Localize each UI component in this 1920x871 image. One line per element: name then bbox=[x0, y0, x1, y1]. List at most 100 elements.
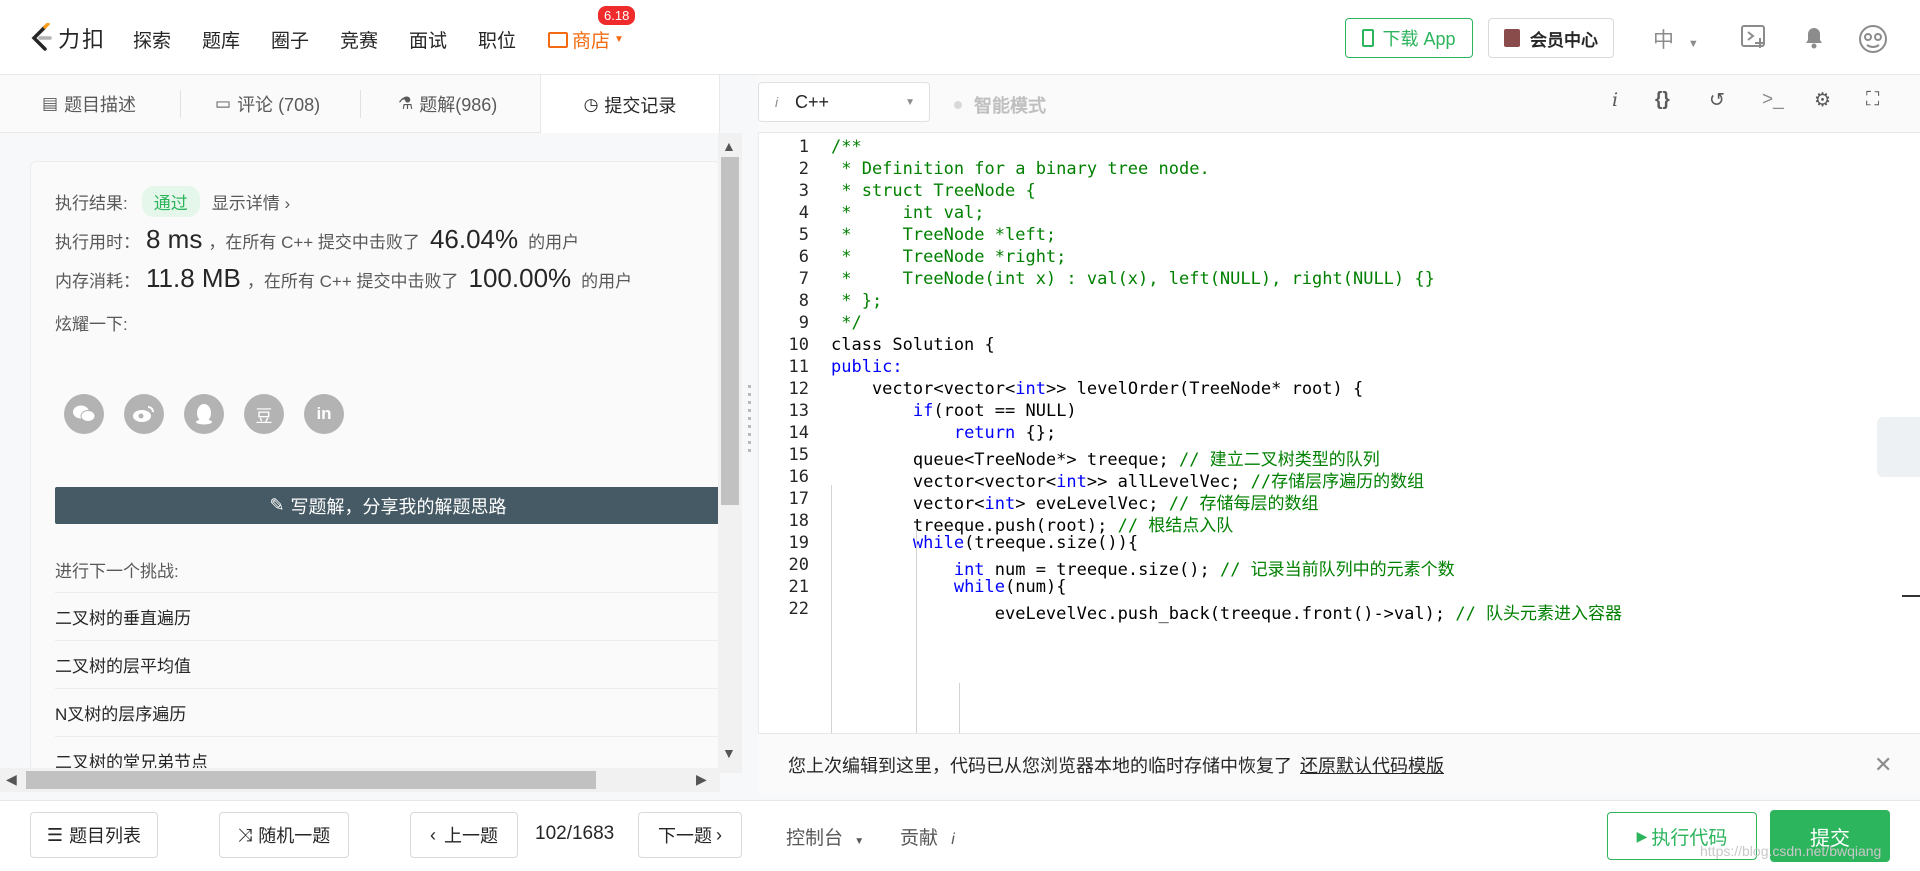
tab-submissions-label: 提交记录 bbox=[604, 95, 677, 116]
code-line[interactable]: * int val; bbox=[831, 203, 984, 223]
prev-problem-button[interactable]: ‹ 上一题 bbox=[410, 812, 518, 858]
show-details-link[interactable]: 显示详情 › bbox=[212, 189, 290, 214]
left-horizontal-scroll-thumb[interactable] bbox=[26, 771, 596, 789]
runtime-suffix: 的用户 bbox=[528, 233, 580, 252]
problem-list-button[interactable]: ☰ 题目列表 bbox=[30, 812, 158, 858]
flask-icon: ⚗ bbox=[398, 94, 414, 113]
write-solution-button[interactable]: ✎ 写题解，分享我的解题思路 bbox=[55, 487, 720, 524]
next-problem-label: 下一题 bbox=[658, 826, 712, 846]
list-item[interactable]: 二叉树的层平均值 bbox=[55, 640, 720, 688]
close-icon[interactable]: ✕ bbox=[1874, 752, 1892, 778]
line-number: 10 bbox=[788, 335, 809, 355]
douban-icon[interactable]: 豆 bbox=[244, 394, 284, 434]
code-line[interactable]: vector<vector<int>> levelOrder(TreeNode*… bbox=[831, 379, 1363, 399]
memory-row: 内存消耗： 11.8 MB ，在所有 C++ 提交中击败了 100.00% 的用… bbox=[55, 263, 632, 294]
code-line[interactable]: */ bbox=[831, 313, 861, 333]
list-item[interactable]: 二叉树的垂直遍历 bbox=[55, 592, 720, 640]
nav-problems[interactable]: 题库 bbox=[202, 26, 240, 53]
contribute-button[interactable]: 贡献 i bbox=[900, 823, 955, 850]
code-line[interactable]: class Solution { bbox=[831, 335, 995, 355]
code-line[interactable]: * TreeNode *right; bbox=[831, 247, 1066, 267]
nav-jobs[interactable]: 职位 bbox=[478, 26, 516, 53]
scroll-down-icon[interactable]: ▼ bbox=[722, 745, 736, 761]
console-label: 控制台 bbox=[786, 828, 844, 849]
tab-submissions[interactable]: ◷ 提交记录 bbox=[540, 75, 720, 134]
memory-label: 内存消耗： bbox=[55, 272, 140, 291]
nav-shop[interactable]: 商店 ▼ bbox=[548, 26, 624, 53]
list-item[interactable]: N叉树的层序遍历 bbox=[55, 688, 720, 736]
code-line[interactable]: * }; bbox=[831, 291, 882, 311]
language-switch[interactable]: 中 ▼ bbox=[1653, 24, 1699, 54]
reset-icon[interactable]: ↺ bbox=[1709, 89, 1725, 112]
share-label: 炫耀一下: bbox=[55, 315, 128, 334]
code-line[interactable]: public: bbox=[831, 357, 903, 377]
tab-description[interactable]: ▤ 题目描述 bbox=[42, 75, 136, 133]
terminal-icon[interactable]: >_ bbox=[1762, 89, 1784, 111]
runtime-percent: 46.04% bbox=[429, 224, 519, 254]
next-problem-button[interactable]: 下一题 › bbox=[638, 812, 742, 858]
avatar[interactable] bbox=[1858, 24, 1888, 54]
code-line[interactable]: if(root == NULL) bbox=[831, 401, 1077, 421]
tab-comments[interactable]: ▭ 评论 (708) bbox=[215, 75, 320, 133]
line-number: 8 bbox=[798, 291, 809, 311]
code-line[interactable]: * struct TreeNode { bbox=[831, 181, 1035, 201]
code-line[interactable]: * Definition for a binary tree node. bbox=[831, 159, 1209, 179]
settings-icon[interactable]: ⚙ bbox=[1814, 89, 1831, 112]
download-app-button[interactable]: 下载 App bbox=[1345, 18, 1473, 58]
nav-interview[interactable]: 面试 bbox=[409, 26, 447, 53]
random-problem-button[interactable]: ⤨ 随机一题 bbox=[219, 812, 349, 858]
info-icon: i bbox=[951, 831, 955, 848]
drag-handle-icon[interactable] bbox=[748, 385, 751, 455]
qq-icon[interactable] bbox=[184, 394, 224, 434]
write-solution-label: 写题解，分享我的解题思路 bbox=[290, 496, 507, 517]
fullscreen-icon[interactable]: ⛶ bbox=[1866, 89, 1879, 111]
console-toggle[interactable]: 控制台 ▼ bbox=[786, 823, 864, 850]
scroll-up-icon[interactable]: ▲ bbox=[722, 138, 736, 154]
linkedin-icon[interactable]: in bbox=[304, 394, 344, 434]
vip-icon bbox=[1504, 29, 1520, 47]
language-select[interactable]: i C++ ▼ bbox=[758, 82, 930, 122]
download-app-label: 下载 App bbox=[1382, 29, 1456, 49]
playground-icon[interactable] bbox=[1740, 24, 1768, 50]
bell-icon[interactable] bbox=[1802, 24, 1826, 50]
code-line[interactable]: * TreeNode(int x) : val(x), left(NULL), … bbox=[831, 269, 1435, 289]
shop-label: 商店 bbox=[572, 31, 611, 52]
left-vertical-scroll-thumb[interactable] bbox=[721, 157, 739, 505]
tab-solutions[interactable]: ⚗ 题解(986) bbox=[398, 75, 497, 133]
scroll-right-icon[interactable]: ▶ bbox=[696, 771, 707, 788]
nav-contest[interactable]: 竞赛 bbox=[340, 26, 378, 53]
scroll-left-icon[interactable]: ◀ bbox=[6, 771, 17, 788]
line-number: 6 bbox=[798, 247, 809, 267]
smart-mode-toggle[interactable]: 智能模式 bbox=[954, 92, 1046, 118]
wechat-glyph bbox=[73, 405, 96, 422]
tab-divider bbox=[180, 90, 181, 118]
leetcode-logo[interactable]: 力扣 bbox=[28, 22, 106, 54]
nav-explore[interactable]: 探索 bbox=[133, 26, 171, 53]
code-line[interactable]: * TreeNode *left; bbox=[831, 225, 1056, 245]
wechat-icon[interactable] bbox=[64, 394, 104, 434]
code-line[interactable]: while(num){ bbox=[831, 577, 1067, 597]
shop-badge: 6.18 bbox=[598, 6, 636, 25]
line-number: 3 bbox=[798, 181, 809, 201]
code-editor[interactable]: 1 2 3 4 5 6 7 8 9 10 11 12 13 14 15 16 17 18 19 20 21 22 /** … bbox=[758, 133, 1920, 733]
weibo-icon[interactable] bbox=[124, 394, 164, 434]
code-line[interactable]: while(treeque.size()){ bbox=[831, 533, 1138, 553]
nav-circle[interactable]: 圈子 bbox=[271, 26, 309, 53]
restore-default-link[interactable]: 还原默认代码模版 bbox=[1300, 752, 1444, 778]
indent-guide bbox=[831, 485, 832, 733]
exec-result-label: 执行结果: bbox=[55, 194, 128, 213]
format-braces-icon[interactable]: {} bbox=[1655, 89, 1670, 111]
info-icon[interactable]: i bbox=[1612, 89, 1618, 111]
tab-solutions-label: 题解(986) bbox=[419, 95, 498, 115]
indent-guide bbox=[959, 683, 960, 733]
top-navbar: 力扣 探索 题库 圈子 竞赛 面试 职位 商店 ▼ 6.18 下载 App 会员… bbox=[0, 0, 1920, 75]
vip-center-button[interactable]: 会员中心 bbox=[1488, 18, 1614, 58]
tab-divider bbox=[360, 90, 361, 118]
submission-panel: 执行结果: 通过 显示详情 › 执行用时： 8 ms ，在所有 C++ 提交中击… bbox=[0, 133, 720, 773]
line-number: 7 bbox=[798, 269, 809, 289]
smart-mode-dot bbox=[954, 101, 962, 109]
code-line[interactable]: eveLevelVec.push_back(treeque.front()->v… bbox=[831, 599, 1622, 624]
code-line[interactable]: return {}; bbox=[831, 423, 1056, 443]
side-panel-handle[interactable] bbox=[1877, 417, 1920, 477]
code-line[interactable]: /** bbox=[831, 137, 862, 157]
